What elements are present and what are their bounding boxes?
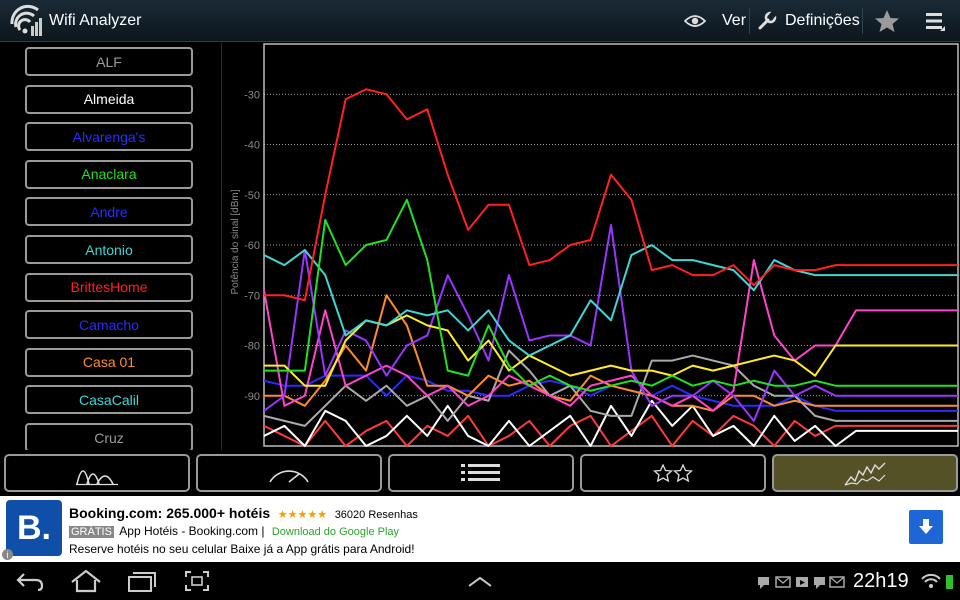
ad-banner[interactable]: B. Booking.com: 265.000+ hotéis ★★★★★ 36… <box>0 496 960 562</box>
wifi-signal-icon[interactable] <box>8 4 44 38</box>
tab-channel-graph[interactable] <box>4 454 190 492</box>
ssid-item[interactable]: Casa 01 <box>25 347 193 377</box>
view-button[interactable]: Ver <box>684 0 746 42</box>
wrench-icon <box>758 11 777 30</box>
booking-logo: B. <box>6 500 62 556</box>
ad-reviews: 36020 Resenhas <box>334 509 418 521</box>
favorite-button[interactable] <box>874 0 900 42</box>
notification-icons <box>758 576 845 589</box>
view-label: Ver <box>722 12 747 29</box>
ad-free-badge: GRÁTIS <box>69 526 114 538</box>
ad-headline-row: Booking.com: 265.000+ hotéis ★★★★★ 36020… <box>69 505 418 521</box>
download-arrow-icon <box>919 519 933 534</box>
home-icon[interactable] <box>69 568 103 594</box>
tab-channel-rating[interactable] <box>580 454 766 492</box>
signal-meter-icon <box>269 470 309 483</box>
overflow-menu-button[interactable] <box>924 0 946 42</box>
battery-icon <box>946 575 953 589</box>
ad-headline: Booking.com: 265.000+ hotéis <box>69 505 271 521</box>
status-clock: 22h19 <box>853 570 909 592</box>
action-bar: Wifi Analyzer Ver Definições <box>0 0 960 42</box>
tab-time-graph[interactable] <box>772 454 958 492</box>
ad-download-button[interactable] <box>909 510 943 544</box>
tab-signal-meter[interactable] <box>196 454 382 492</box>
ssid-item[interactable]: Anaclara <box>25 159 193 189</box>
ssid-item[interactable]: Andre <box>25 197 193 227</box>
y-tick-labels: -30 -40 -50 -60 -70 -80 -90 <box>244 89 260 403</box>
ssid-item[interactable]: BrittesHome <box>25 272 193 302</box>
divider <box>749 8 750 34</box>
y-axis-label: Potência do sinal [dBm] <box>230 189 241 294</box>
ad-body: Reserve hotéis no seu celular Baixe já a… <box>69 542 415 556</box>
ssid-item[interactable]: Almeida <box>25 84 193 114</box>
ap-list-icon <box>461 464 500 481</box>
y-tick-label: -80 <box>244 341 260 353</box>
y-tick-label: -50 <box>244 190 260 202</box>
ad-store: Download do Google Play <box>271 526 400 538</box>
channel-graph-icon <box>76 470 118 486</box>
tab-ap-list[interactable] <box>388 454 574 492</box>
ad-subline: GRÁTIS App Hotéis - Booking.com | Downlo… <box>69 524 399 538</box>
channel-rating-icon <box>653 464 693 482</box>
settings-button[interactable]: Definições <box>757 0 860 42</box>
y-tick-label: -60 <box>244 240 260 252</box>
ad-info-icon[interactable]: i <box>2 549 13 560</box>
y-tick-label: -30 <box>244 89 260 101</box>
chevron-up-icon[interactable] <box>463 568 497 594</box>
eye-icon <box>684 15 706 27</box>
ad-rating-stars: ★★★★★ <box>277 509 328 521</box>
ssid-item[interactable]: Alvarenga's <box>25 122 193 152</box>
overflow-menu-icon <box>926 13 945 31</box>
signal-time-graph: -30 -40 -50 -60 -70 -80 -90 Potência do sinal … <box>230 43 959 447</box>
screenshot-icon[interactable] <box>180 568 214 594</box>
back-icon[interactable] <box>14 568 48 594</box>
y-tick-label: -40 <box>244 140 260 152</box>
ssid-list[interactable]: ALF Almeida Alvarenga's Anaclara Andre Antoni… <box>0 42 222 450</box>
ssid-item[interactable]: Antonio <box>25 235 193 264</box>
y-tick-label: -90 <box>244 391 260 403</box>
recent-apps-icon[interactable] <box>124 568 158 594</box>
wifi-status-icon <box>921 573 953 589</box>
star-icon <box>875 10 899 32</box>
time-graph-icon <box>844 462 886 486</box>
system-nav-bar <box>0 562 960 600</box>
ssid-item[interactable]: Cruz <box>25 423 193 450</box>
app-title: Wifi Analyzer <box>49 12 142 29</box>
ad-app-name: App Hotéis - Booking.com | <box>119 524 265 538</box>
ssid-item[interactable]: CasaCalil <box>25 385 193 415</box>
ssid-item[interactable]: Camacho <box>25 310 193 340</box>
settings-label: Definições <box>785 12 860 29</box>
y-tick-label: -70 <box>244 290 260 302</box>
ssid-item[interactable]: ALF <box>25 47 193 76</box>
divider <box>862 8 863 34</box>
